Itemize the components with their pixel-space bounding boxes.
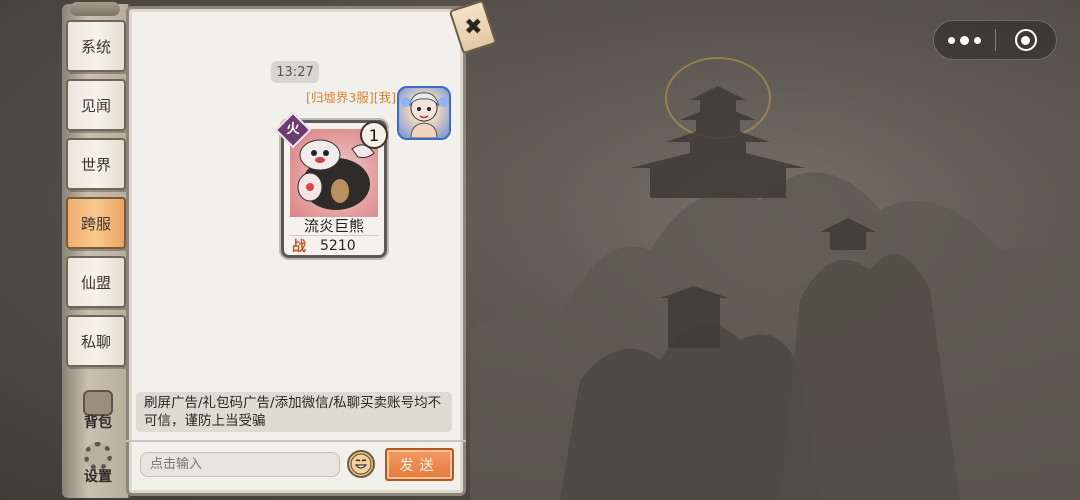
card-power-label: 战 bbox=[292, 238, 306, 255]
tab-system[interactable]: 系统 bbox=[66, 20, 126, 72]
chat-input[interactable] bbox=[140, 452, 340, 477]
card-level-badge: 1 bbox=[360, 121, 388, 149]
message-timestamp: 13:27 bbox=[271, 61, 319, 83]
send-button[interactable]: 发送 bbox=[385, 448, 454, 481]
shared-item-card[interactable]: 火 1 流炎巨熊 战 5210 bbox=[274, 111, 388, 258]
card-power-value: 5210 bbox=[320, 237, 356, 254]
message-sender: [归墟界3服][我] bbox=[306, 90, 396, 105]
settings-button[interactable]: 设置 bbox=[72, 436, 124, 486]
card-power-row: 战 5210 bbox=[290, 235, 378, 255]
bag-button[interactable]: 背包 bbox=[72, 382, 124, 432]
emoji-button[interactable] bbox=[347, 450, 375, 478]
tab-news[interactable]: 见闻 bbox=[66, 79, 126, 131]
tab-cross-server[interactable]: 跨服 bbox=[66, 197, 126, 249]
mini-program-capsule bbox=[933, 20, 1057, 60]
target-icon[interactable] bbox=[996, 20, 1056, 60]
card-name: 流炎巨熊 bbox=[303, 217, 364, 235]
tab-world[interactable]: 世界 bbox=[66, 138, 126, 190]
card-element-label: 火 bbox=[286, 122, 300, 137]
anti-fraud-notice: 刷屏广告/礼包码广告/添加微信/私聊买卖账号均不可信，谨防上当受骗 bbox=[136, 392, 452, 432]
settings-label: 设置 bbox=[84, 469, 112, 485]
tab-private-chat[interactable]: 私聊 bbox=[66, 315, 126, 367]
more-dots-icon[interactable] bbox=[934, 20, 995, 60]
close-icon: ✖ bbox=[463, 14, 483, 40]
bag-label: 背包 bbox=[84, 415, 112, 431]
emoji-icon bbox=[350, 453, 372, 475]
tab-alliance[interactable]: 仙盟 bbox=[66, 256, 126, 308]
scroll-roll-top bbox=[70, 2, 120, 16]
avatar-portrait-icon bbox=[401, 92, 448, 138]
avatar[interactable] bbox=[397, 86, 451, 140]
